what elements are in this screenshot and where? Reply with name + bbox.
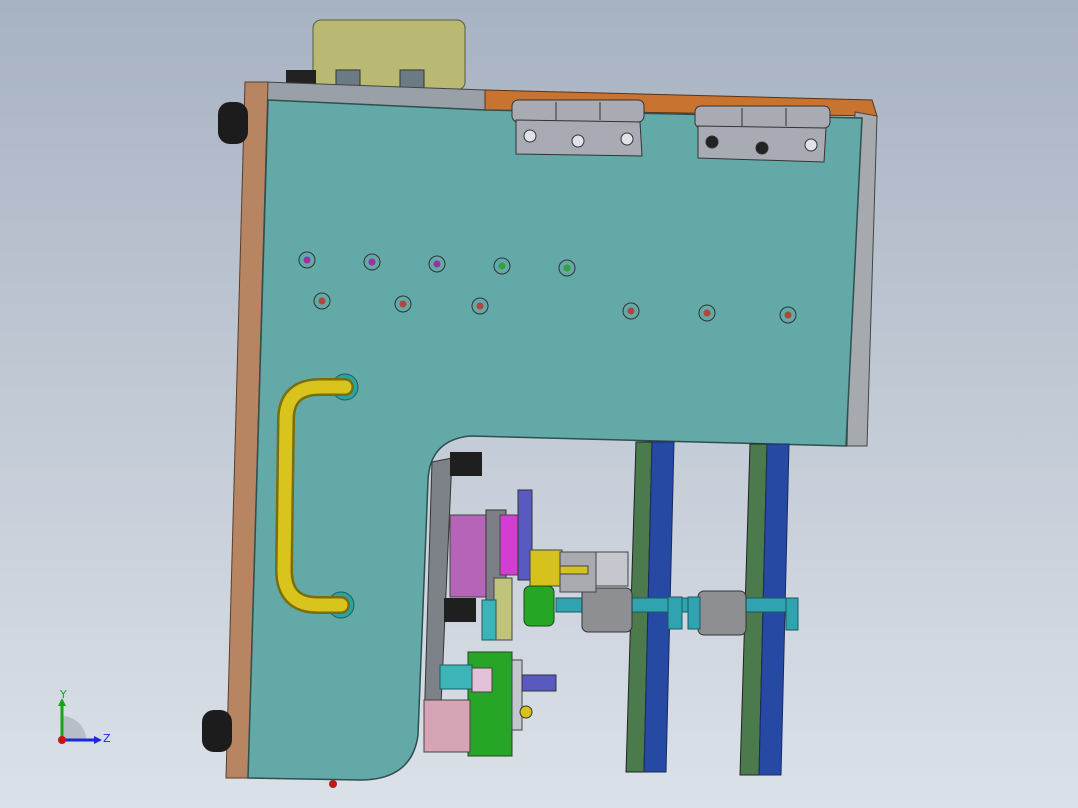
top-mount-block	[286, 19, 466, 91]
coordinate-triad: Y Z	[40, 682, 120, 762]
cad-viewport[interactable]: Y Z	[0, 0, 1078, 808]
hinge-right	[694, 105, 831, 163]
y-axis-label: Y	[60, 688, 67, 701]
rubber-foot-top	[218, 102, 248, 144]
triad-graphic	[58, 698, 102, 744]
rubber-foot-bottom	[202, 710, 232, 752]
origin-marker	[329, 780, 337, 788]
z-axis-label: Z	[103, 732, 111, 745]
hinge-left	[511, 99, 645, 157]
x-axis-dot	[58, 736, 66, 744]
lower-mechanism	[423, 651, 557, 757]
assembly-model[interactable]	[0, 0, 1078, 808]
